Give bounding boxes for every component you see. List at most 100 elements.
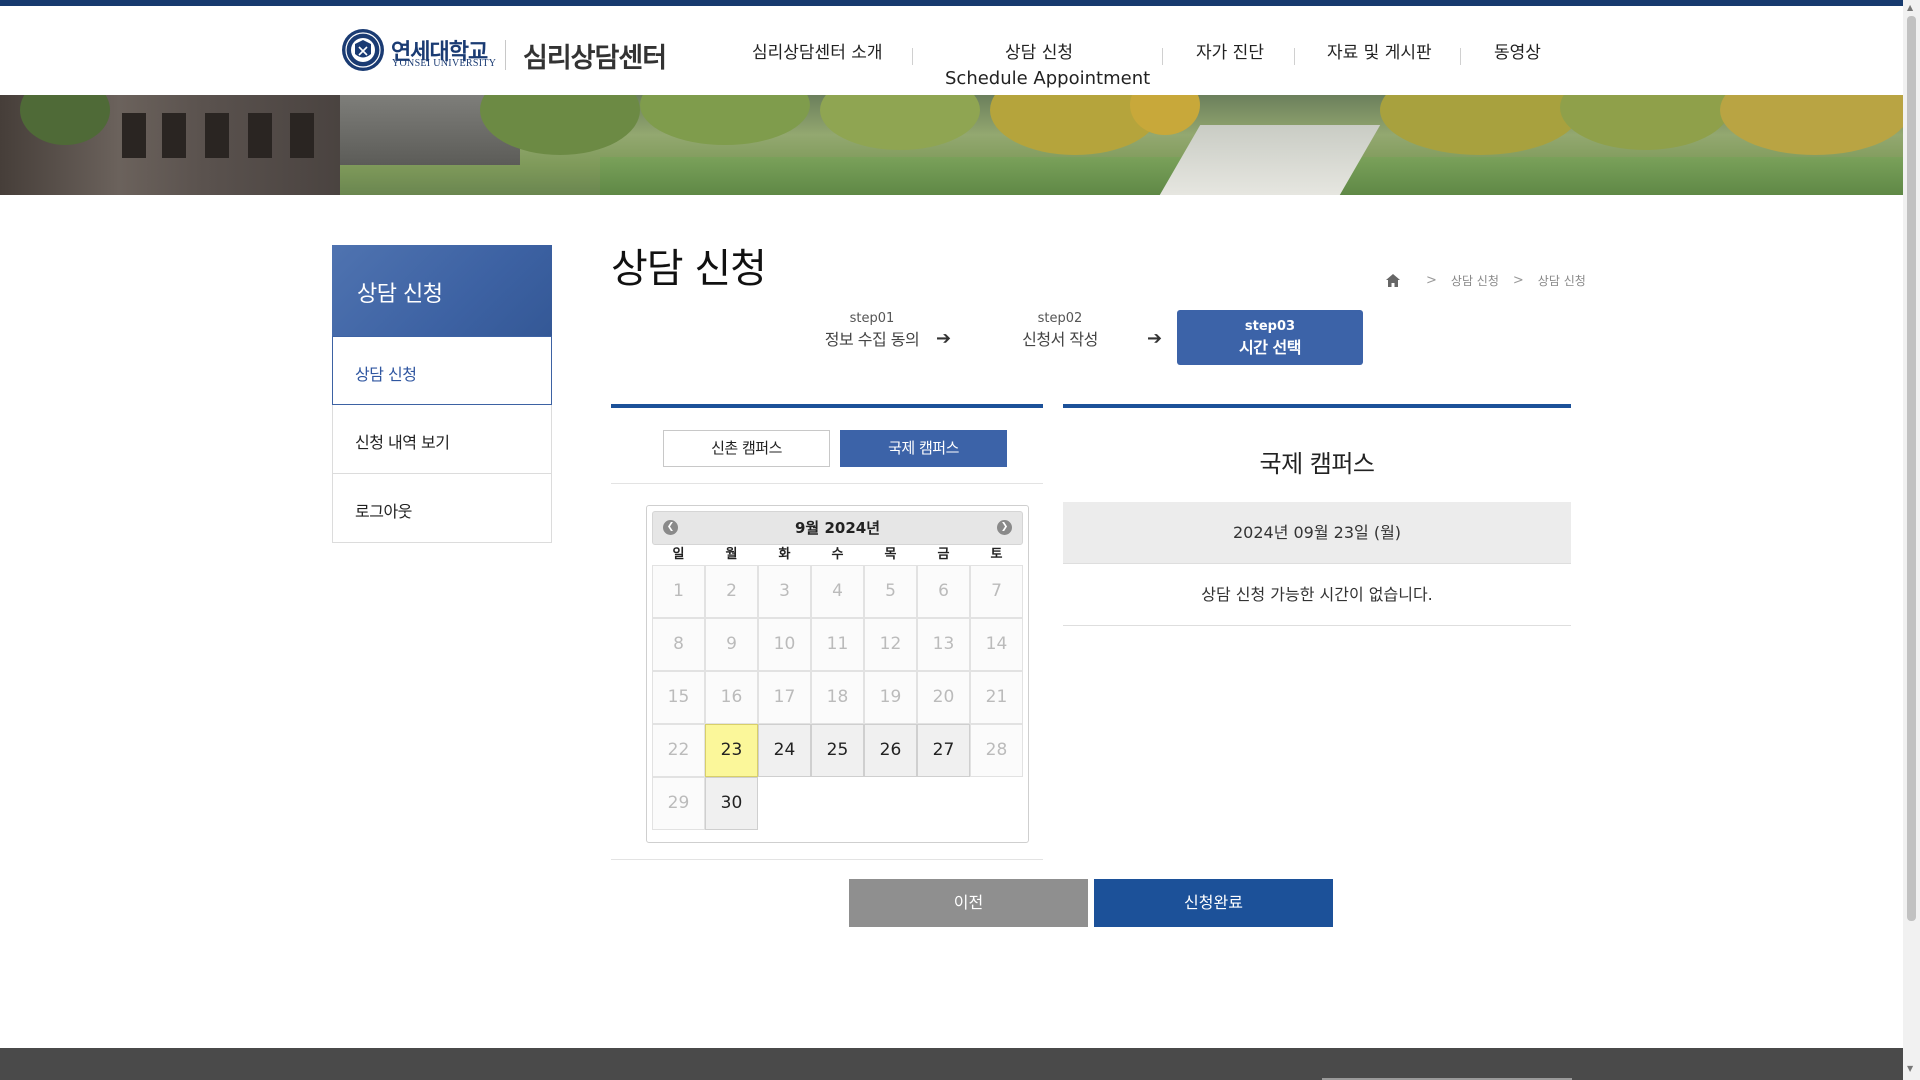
- calendar-day: 7: [970, 565, 1023, 618]
- step-1: step01 정보 수집 동의: [797, 310, 947, 352]
- calendar-day: 29: [652, 777, 705, 830]
- selected-date: 2024년 09월 23일 (월): [1063, 502, 1571, 564]
- calendar-weekdays: 일월화수목금토: [652, 545, 1023, 565]
- time-panel: 국제 캠퍼스 2024년 09월 23일 (월) 상담 신청 가능한 시간이 없…: [1063, 404, 1571, 626]
- submit-button[interactable]: 신청완료: [1094, 879, 1333, 927]
- calendar-day: 10: [758, 618, 811, 671]
- step-number: step02: [1037, 311, 1083, 326]
- nav-item-self-test[interactable]: 자가 진단: [1196, 40, 1264, 66]
- weekday-label: 일: [672, 547, 685, 562]
- step-2: step02 신청서 작성: [1000, 310, 1120, 352]
- divider: [611, 483, 1043, 484]
- weekday-label: 토: [990, 547, 1003, 562]
- site-footer: [0, 1048, 1903, 1080]
- calendar-day[interactable]: 27: [917, 724, 970, 777]
- site-title[interactable]: 심리상담센터: [523, 36, 667, 75]
- calendar-day: 14: [970, 618, 1023, 671]
- scroll-down-icon[interactable]: ▼: [1907, 1064, 1913, 1073]
- calendar-day: 11: [811, 618, 864, 671]
- university-emblem-icon[interactable]: [341, 28, 385, 72]
- arrow-right-icon: ➔: [1147, 328, 1163, 349]
- calendar-day[interactable]: 25: [811, 724, 864, 777]
- date-picker: ❮ 9월 2024년 ❯ 일월화수목금토 1 2 3 4 5 6 7 8 9 10 11 12 13 14…: [646, 505, 1029, 843]
- calendar-day[interactable]: 30: [705, 777, 758, 830]
- logo-divider: [505, 40, 506, 70]
- site-header: 연세대학교 YONSEI UNIVERSITY 심리상담센터 심리상담센터 소개…: [0, 6, 1903, 95]
- nav-item-appointment[interactable]: 상담 신청 Schedule Appointment: [945, 40, 1151, 92]
- breadcrumb: > 상담 신청 > 상담 신청: [1386, 272, 1586, 289]
- nav-separator: [1460, 48, 1461, 65]
- calendar-day: 15: [652, 671, 705, 724]
- nav-item-label: 심리상담센터 소개: [752, 43, 883, 63]
- weekday-label: 금: [937, 547, 950, 562]
- calendar-day: 22: [652, 724, 705, 777]
- nav-separator: [1162, 48, 1163, 65]
- weekday-label: 목: [884, 547, 897, 562]
- sidebar-item-logout[interactable]: 로그아웃: [332, 474, 552, 543]
- arrow-right-icon: ➔: [936, 328, 952, 349]
- breadcrumb-item[interactable]: 상담 신청: [1538, 272, 1586, 289]
- chevron-right-icon: >: [1512, 273, 1524, 288]
- campus-tabs: 신촌 캠퍼스 국제 캠퍼스: [663, 430, 1007, 467]
- nav-item-about[interactable]: 심리상담센터 소개: [752, 40, 883, 66]
- nav-item-label: 동영상: [1494, 43, 1541, 63]
- scroll-up-icon[interactable]: ▲: [1907, 3, 1913, 12]
- calendar-day: 6: [917, 565, 970, 618]
- sidebar-title: 상담 신청: [332, 245, 552, 336]
- page-title: 상담 신청: [611, 246, 767, 292]
- nav-separator: [912, 48, 913, 65]
- weekday-label: 월: [725, 547, 738, 562]
- weekday-label: 화: [778, 547, 791, 562]
- nav-item-sublabel: Schedule Appointment: [945, 68, 1151, 89]
- calendar-month-title: 9월 2024년: [794, 519, 880, 537]
- selected-campus-title: 국제 캠퍼스: [1259, 450, 1375, 478]
- calendar-day[interactable]: 24: [758, 724, 811, 777]
- prev-month-icon[interactable]: ❮: [663, 520, 678, 535]
- calendar-day: 18: [811, 671, 864, 724]
- calendar-day: 19: [864, 671, 917, 724]
- calendar-day: 12: [864, 618, 917, 671]
- step-label: 신청서 작성: [1022, 330, 1098, 349]
- calendar-day: 1: [652, 565, 705, 618]
- calendar-day: 20: [917, 671, 970, 724]
- step-3-active: step03 시간 선택: [1177, 310, 1363, 365]
- calendar-day[interactable]: 26: [864, 724, 917, 777]
- step-label: 정보 수집 동의: [824, 330, 920, 349]
- calendar-grid: 1 2 3 4 5 6 7 8 9 10 11 12 13 14 15 16 17 18 19 20 21 22 23 24 2…: [652, 565, 1023, 830]
- tab-international-campus[interactable]: 국제 캠퍼스: [840, 430, 1007, 467]
- calendar-day: 3: [758, 565, 811, 618]
- calendar-day: 17: [758, 671, 811, 724]
- calendar-day: 2: [705, 565, 758, 618]
- nav-item-label: 자료 및 게시판: [1327, 43, 1432, 63]
- calendar-day: 8: [652, 618, 705, 671]
- weekday-label: 수: [831, 547, 844, 562]
- logo-subtext: YONSEI UNIVERSITY: [392, 58, 497, 69]
- sidebar-item-apply[interactable]: 상담 신청: [332, 336, 552, 405]
- scroll-thumb[interactable]: [1907, 16, 1916, 921]
- prev-button[interactable]: 이전: [849, 879, 1088, 927]
- nav-item-label: 자가 진단: [1196, 43, 1264, 63]
- sidebar-item-history[interactable]: 신청 내역 보기: [332, 405, 552, 474]
- step-number: step03: [1244, 319, 1296, 334]
- step-label: 시간 선택: [1239, 338, 1301, 357]
- calendar-day-selected[interactable]: 23: [705, 724, 758, 777]
- nav-item-video[interactable]: 동영상: [1494, 40, 1541, 66]
- campus-banner-image: [0, 95, 1903, 195]
- no-slots-message: 상담 신청 가능한 시간이 없습니다.: [1063, 565, 1571, 626]
- calendar-day: 9: [705, 618, 758, 671]
- nav-item-label: 상담 신청: [1005, 43, 1073, 63]
- calendar-header: ❮ 9월 2024년 ❯: [652, 511, 1023, 545]
- calendar-day: 5: [864, 565, 917, 618]
- calendar-panel: 신촌 캠퍼스 국제 캠퍼스 ❮ 9월 2024년 ❯ 일월화수목금토 12345…: [611, 404, 1043, 860]
- step-number: step01: [849, 311, 895, 326]
- breadcrumb-item[interactable]: 상담 신청: [1451, 272, 1499, 289]
- vertical-scrollbar[interactable]: ▲ ▼: [1903, 0, 1920, 1080]
- calendar-day: 28: [970, 724, 1023, 777]
- sidebar: 상담 신청 상담 신청 신청 내역 보기 로그아웃: [332, 245, 552, 543]
- tab-sinchon-campus[interactable]: 신촌 캠퍼스: [663, 430, 830, 467]
- next-month-icon[interactable]: ❯: [997, 520, 1012, 535]
- nav-item-board[interactable]: 자료 및 게시판: [1327, 40, 1432, 66]
- home-icon[interactable]: [1386, 274, 1400, 287]
- nav-separator: [1294, 48, 1295, 65]
- calendar-day: 4: [811, 565, 864, 618]
